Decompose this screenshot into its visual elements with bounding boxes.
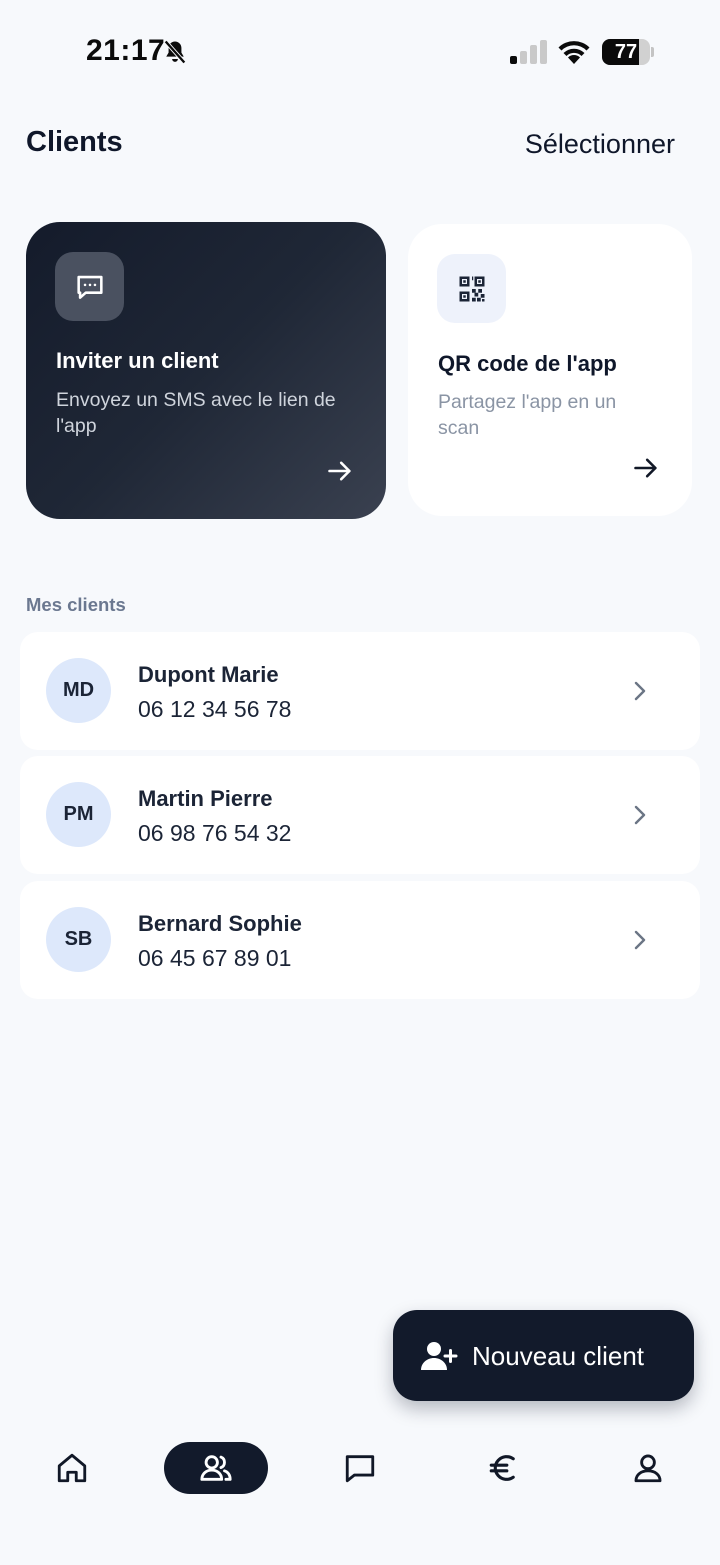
battery-nub — [651, 47, 654, 57]
avatar: SB — [46, 907, 111, 972]
invite-card-title: Inviter un client — [56, 348, 219, 373]
new-client-label: Nouveau client — [472, 1341, 644, 1371]
avatar: MD — [46, 658, 111, 723]
client-row[interactable]: MD Dupont Marie 06 12 34 56 78 — [20, 632, 700, 750]
chevron-right-icon — [634, 681, 646, 701]
cellular-signal-icon — [510, 40, 547, 64]
qr-card-description: Partagez l'app en un scan — [438, 391, 617, 439]
chat-icon — [345, 1455, 375, 1483]
euro-icon — [489, 1455, 515, 1481]
client-name: Bernard Sophie — [138, 911, 302, 936]
status-time: 21:17 — [86, 34, 166, 67]
nav-item-home[interactable] — [20, 1442, 124, 1494]
home-icon — [57, 1453, 87, 1483]
battery-percent: 77 — [614, 41, 638, 63]
chevron-right-icon — [634, 805, 646, 825]
client-name: Dupont Marie — [138, 662, 279, 687]
bell-muted-icon — [164, 40, 186, 64]
client-row[interactable]: PM Martin Pierre 06 98 76 54 32 — [20, 756, 700, 874]
client-phone: 06 98 76 54 32 — [138, 820, 292, 846]
battery-indicator: 77 — [602, 39, 654, 65]
wifi-icon — [558, 41, 590, 64]
avatar: PM — [46, 782, 111, 847]
nav-item-messages[interactable] — [308, 1442, 412, 1494]
client-phone: 06 45 67 89 01 — [138, 945, 292, 971]
users-icon — [200, 1455, 232, 1481]
qr-code-card[interactable]: QR code de l'app Partagez l'app en un sc… — [408, 224, 692, 516]
chevron-right-icon — [634, 930, 646, 950]
message-dots-icon — [76, 275, 103, 299]
qr-card-title: QR code de l'app — [438, 351, 617, 376]
invite-card-description: Envoyez un SMS avec le lien de l'app — [56, 389, 336, 437]
user-plus-icon — [421, 1342, 458, 1370]
client-name: Martin Pierre — [138, 786, 273, 811]
nav-item-clients[interactable] — [164, 1442, 268, 1494]
nav-item-profile[interactable] — [596, 1442, 700, 1494]
qr-icon-tile — [437, 254, 506, 323]
new-client-button[interactable]: Nouveau client — [393, 1310, 694, 1401]
status-bar: 21:17 77 — [0, 0, 720, 100]
clients-screen: 21:17 77 Clients Sélectionner Inviter un… — [0, 0, 720, 1565]
page-title: Clients — [26, 126, 123, 158]
invite-icon-tile — [55, 252, 124, 321]
client-phone: 06 12 34 56 78 — [138, 696, 292, 722]
profile-icon — [634, 1454, 662, 1483]
bottom-nav — [0, 1430, 720, 1510]
client-row[interactable]: SB Bernard Sophie 06 45 67 89 01 — [20, 881, 700, 999]
section-label-my-clients: Mes clients — [26, 594, 126, 615]
nav-item-payments[interactable] — [452, 1442, 556, 1494]
arrow-right-icon — [634, 458, 657, 478]
select-button[interactable]: Sélectionner — [525, 129, 675, 160]
arrow-right-icon — [328, 461, 351, 481]
qr-code-icon — [459, 276, 484, 301]
invite-client-card[interactable]: Inviter un client Envoyez un SMS avec le… — [26, 222, 386, 519]
